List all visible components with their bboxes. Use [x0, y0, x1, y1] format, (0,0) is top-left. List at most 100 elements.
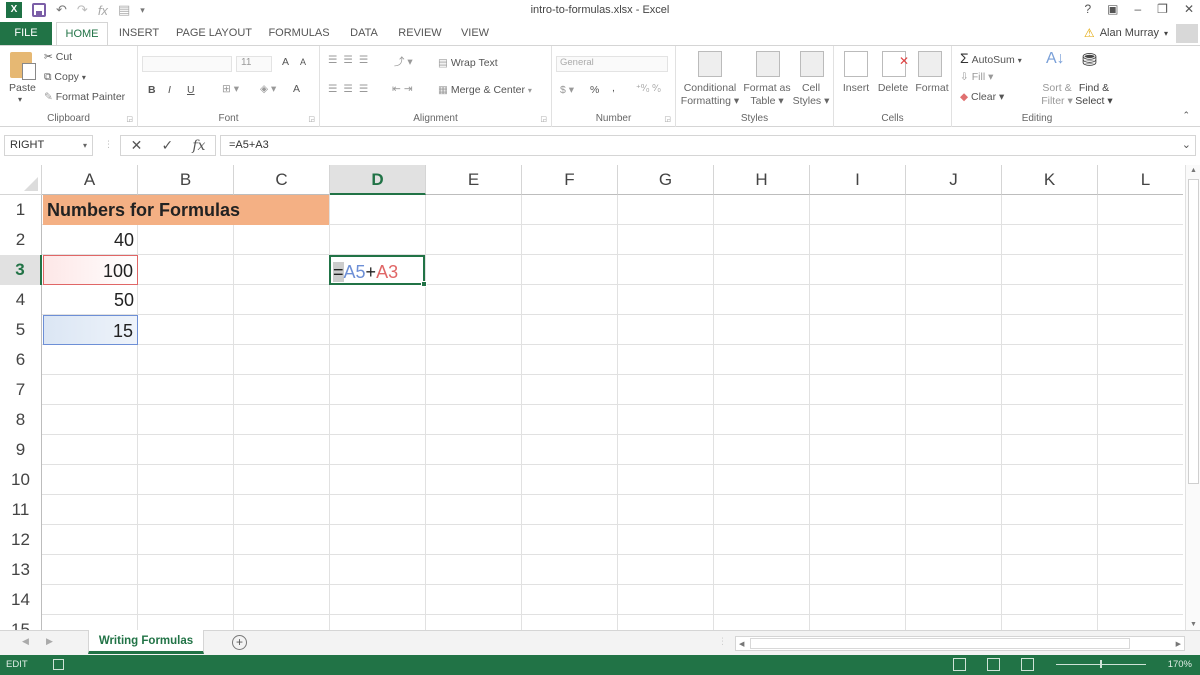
- scroll-down-icon[interactable]: ▼: [1190, 621, 1197, 628]
- column-header-a[interactable]: A: [42, 165, 138, 195]
- horizontal-scroll-thumb[interactable]: [750, 638, 1130, 649]
- comma-button[interactable]: ,: [612, 82, 615, 94]
- next-sheet-icon[interactable]: ▶: [46, 636, 53, 647]
- row-header-14[interactable]: 14: [0, 585, 42, 615]
- fill-button[interactable]: ⇩ Fill ▾: [960, 71, 993, 83]
- delete-cells-button[interactable]: Delete: [874, 82, 912, 95]
- expand-formula-bar-icon[interactable]: ⌄: [1182, 136, 1191, 155]
- format-as-table-button[interactable]: Format as Table ▾: [742, 82, 792, 108]
- format-cells-icon[interactable]: [918, 51, 942, 77]
- column-header-h[interactable]: H: [714, 165, 810, 195]
- tab-file[interactable]: FILE: [0, 22, 52, 45]
- zoom-level[interactable]: 170%: [1168, 659, 1192, 670]
- tab-data[interactable]: DATA: [342, 22, 386, 45]
- row-header-9[interactable]: 9: [0, 435, 42, 465]
- scroll-up-icon[interactable]: ▲: [1190, 167, 1197, 174]
- resize-handle-icon[interactable]: ⋮: [104, 139, 113, 150]
- row-header-3[interactable]: 3: [0, 255, 42, 285]
- delete-cells-icon[interactable]: ✕: [882, 51, 909, 77]
- tab-review[interactable]: REVIEW: [394, 22, 446, 45]
- copy-button[interactable]: ⧉ Copy ▾: [44, 71, 86, 84]
- decimal-icons[interactable]: ⁺⁰⁄₀ ⁰⁄₀: [636, 83, 661, 94]
- paste-button[interactable]: Paste: [9, 82, 36, 94]
- format-as-table-icon[interactable]: [756, 51, 780, 77]
- tab-page-layout[interactable]: PAGE LAYOUT: [172, 22, 256, 45]
- italic-button[interactable]: I: [168, 84, 171, 96]
- row-header-11[interactable]: 11: [0, 495, 42, 525]
- cell-styles-icon[interactable]: [800, 51, 824, 77]
- find-select-button[interactable]: Find & Select ▾: [1074, 82, 1114, 108]
- cell-a4[interactable]: 50: [43, 285, 138, 315]
- scroll-left-icon[interactable]: ◀: [739, 640, 744, 648]
- font-color-button[interactable]: A: [293, 83, 300, 95]
- close-icon[interactable]: ✕: [1184, 2, 1194, 16]
- sort-filter-icon[interactable]: A↓: [1046, 50, 1065, 68]
- user-account[interactable]: ⚠ Alan Murray ▾: [1084, 26, 1168, 40]
- column-header-j[interactable]: J: [906, 165, 1002, 195]
- merge-center-button[interactable]: ▦ Merge & Center ▾: [438, 84, 532, 96]
- dialog-launcher-icon[interactable]: ◲: [308, 115, 315, 123]
- row-header-10[interactable]: 10: [0, 465, 42, 495]
- tab-home[interactable]: HOME: [56, 22, 108, 46]
- page-layout-view-icon[interactable]: [987, 658, 1000, 671]
- vertical-scroll-thumb[interactable]: [1188, 179, 1199, 484]
- font-name-select[interactable]: [142, 56, 232, 72]
- indent-icons[interactable]: ⇤⇥: [392, 83, 416, 95]
- cell-a5[interactable]: 15: [43, 315, 138, 345]
- row-header-6[interactable]: 6: [0, 345, 42, 375]
- fill-color-icon[interactable]: ◈ ▾: [260, 83, 276, 95]
- orientation-icon[interactable]: ⤴ ▾: [394, 54, 413, 69]
- tab-formulas[interactable]: FORMULAS: [264, 22, 334, 45]
- row-header-2[interactable]: 2: [0, 225, 42, 255]
- wrap-text-button[interactable]: ▤ Wrap Text: [438, 57, 498, 69]
- page-break-view-icon[interactable]: [1021, 658, 1034, 671]
- paste-icon[interactable]: [10, 52, 36, 80]
- add-sheet-icon[interactable]: +: [232, 635, 247, 650]
- insert-cells-button[interactable]: Insert: [838, 82, 874, 95]
- column-header-k[interactable]: K: [1002, 165, 1098, 195]
- cell-styles-button[interactable]: Cell Styles ▾: [792, 82, 830, 108]
- minimize-icon[interactable]: –: [1134, 2, 1141, 16]
- format-painter-button[interactable]: ✎ Format Painter: [44, 91, 125, 103]
- row-header-12[interactable]: 12: [0, 525, 42, 555]
- underline-button[interactable]: U: [187, 84, 195, 96]
- zoom-slider-thumb[interactable]: [1100, 660, 1102, 668]
- borders-icon[interactable]: ⊞ ▾: [222, 83, 239, 95]
- cell-a1[interactable]: Numbers for Formulas: [43, 195, 329, 225]
- fill-handle[interactable]: [421, 281, 427, 287]
- enter-icon[interactable]: ✓: [161, 137, 173, 154]
- row-header-1[interactable]: 1: [0, 195, 42, 225]
- sheet-tab-writing-formulas[interactable]: Writing Formulas: [88, 630, 204, 654]
- cell-d3-editing[interactable]: =A5+A3: [329, 255, 427, 287]
- help-icon[interactable]: ?: [1084, 2, 1091, 16]
- column-header-i[interactable]: I: [810, 165, 906, 195]
- cancel-icon[interactable]: ✕: [131, 137, 143, 154]
- tab-insert[interactable]: INSERT: [112, 22, 166, 45]
- column-header-b[interactable]: B: [138, 165, 234, 195]
- column-header-c[interactable]: C: [234, 165, 330, 195]
- name-box[interactable]: RIGHT ▾: [4, 135, 93, 156]
- horizontal-align-icons[interactable]: ☰☰☰: [328, 83, 374, 95]
- cut-button[interactable]: ✂ Cut: [44, 51, 72, 63]
- clear-button[interactable]: ◆ Clear ▾: [960, 91, 1004, 103]
- cell-a2[interactable]: 40: [43, 225, 138, 255]
- horizontal-scrollbar[interactable]: ◀ ▶: [735, 636, 1185, 651]
- insert-cells-icon[interactable]: [844, 51, 868, 77]
- vertical-scrollbar[interactable]: ▲ ▼: [1185, 165, 1200, 630]
- sort-filter-button[interactable]: Sort & Filter ▾: [1040, 82, 1074, 108]
- row-header-7[interactable]: 7: [0, 375, 42, 405]
- row-header-5[interactable]: 5: [0, 315, 42, 345]
- tab-view[interactable]: VIEW: [454, 22, 496, 45]
- normal-view-icon[interactable]: [953, 658, 966, 671]
- grow-font-button[interactable]: A: [282, 56, 289, 68]
- collapse-ribbon-icon[interactable]: ⌃: [1182, 110, 1190, 121]
- column-header-f[interactable]: F: [522, 165, 618, 195]
- paste-dropdown-icon[interactable]: ▾: [18, 95, 22, 104]
- dialog-launcher-icon[interactable]: ◲: [126, 115, 133, 123]
- column-header-d[interactable]: D: [330, 165, 426, 195]
- number-format-select[interactable]: General: [556, 56, 668, 72]
- shrink-font-button[interactable]: A: [300, 57, 306, 67]
- restore-icon[interactable]: ❐: [1157, 2, 1168, 16]
- font-size-select[interactable]: 11: [236, 56, 272, 72]
- row-header-13[interactable]: 13: [0, 555, 42, 585]
